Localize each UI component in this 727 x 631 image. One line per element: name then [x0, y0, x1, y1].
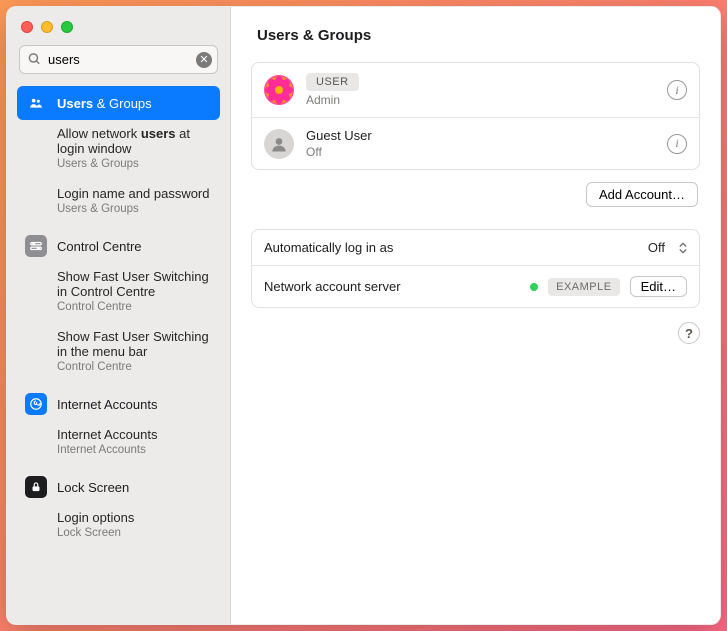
sidebar-group-users: Users & Groups Allow network users at lo… — [17, 86, 220, 227]
window-controls — [17, 15, 220, 45]
add-account-button[interactable]: Add Account… — [586, 182, 698, 207]
sidebar-sub-label: Login options — [57, 510, 214, 525]
user-role: Off — [306, 145, 655, 159]
minimize-window-button[interactable] — [41, 21, 53, 33]
auto-login-value: Off — [648, 240, 665, 255]
sidebar-sub-crumb: Users & Groups — [57, 158, 214, 170]
sidebar-sub-login-options[interactable]: Login options Lock Screen — [57, 506, 220, 541]
sidebar-item-lock-screen[interactable]: Lock Screen — [17, 470, 220, 504]
sidebar-sub-label: Login name and password — [57, 186, 214, 201]
sidebar-item-label: Control Centre — [57, 239, 142, 254]
network-server-tag: EXAMPLE — [548, 278, 619, 296]
sidebar-sub-label: Show Fast User Switching in Control Cent… — [57, 269, 214, 299]
sidebar-sub-allow-network-users[interactable]: Allow network users at login window User… — [57, 122, 220, 172]
sidebar-sub-crumb: Lock Screen — [57, 527, 214, 539]
status-indicator-icon — [530, 283, 538, 291]
sidebar-sub-fast-user-menubar[interactable]: Show Fast User Switching in the menu bar… — [57, 325, 220, 375]
sidebar-item-label: Lock Screen — [57, 480, 129, 495]
user-role: Admin — [306, 93, 655, 107]
user-list: USER Admin i Guest User Off i — [251, 62, 700, 170]
sidebar-sub-lock-screen: Login options Lock Screen — [57, 506, 220, 541]
page-title: Users & Groups — [257, 27, 700, 44]
sidebar-group-control-centre: Control Centre Show Fast User Switching … — [17, 229, 220, 385]
sidebar-sub-control-centre: Show Fast User Switching in Control Cent… — [57, 265, 220, 375]
internet-accounts-icon — [25, 393, 47, 415]
avatar — [264, 129, 294, 159]
sidebar-sub-label: Show Fast User Switching in the menu bar — [57, 329, 214, 359]
main-content: Users & Groups — [231, 7, 720, 624]
auto-login-row[interactable]: Automatically log in as Off — [252, 230, 699, 265]
sidebar-sub-label: Allow network users at login window — [57, 126, 214, 156]
sidebar-sub-crumb: Internet Accounts — [57, 444, 214, 456]
user-name: Guest User — [306, 128, 655, 143]
close-window-button[interactable] — [21, 21, 33, 33]
sidebar-sub-internet-accounts: Internet Accounts Internet Accounts — [57, 423, 220, 458]
control-centre-icon — [25, 235, 47, 257]
user-row-guest[interactable]: Guest User Off i — [252, 117, 699, 169]
sidebar-sub-crumb: Users & Groups — [57, 203, 214, 215]
sidebar-item-label: Internet Accounts — [57, 397, 157, 412]
sidebar-sub-internet-accounts-item[interactable]: Internet Accounts Internet Accounts — [57, 423, 220, 458]
network-server-row: Network account server EXAMPLE Edit… — [252, 265, 699, 307]
search-field: ✕ — [19, 45, 218, 74]
sidebar-group-internet-accounts: Internet Accounts Internet Accounts Inte… — [17, 387, 220, 468]
add-account-row: Add Account… — [251, 182, 698, 207]
sidebar-item-control-centre[interactable]: Control Centre — [17, 229, 220, 263]
sidebar-sub-login-name-password[interactable]: Login name and password Users & Groups — [57, 182, 220, 217]
sidebar-group-lock-screen: Lock Screen Login options Lock Screen — [17, 470, 220, 551]
help-row: ? — [251, 322, 700, 344]
sidebar-sub-label: Internet Accounts — [57, 427, 214, 442]
sidebar-sub-users: Allow network users at login window User… — [57, 122, 220, 217]
zoom-window-button[interactable] — [61, 21, 73, 33]
stepper-icon[interactable] — [679, 242, 687, 254]
login-settings: Automatically log in as Off Network acco… — [251, 229, 700, 308]
user-details: USER Admin — [306, 73, 655, 107]
setting-label: Network account server — [264, 279, 401, 294]
avatar — [264, 75, 294, 105]
info-button[interactable]: i — [667, 134, 687, 154]
preferences-window: ✕ Users & Groups Allow network users at … — [6, 6, 721, 625]
sidebar: ✕ Users & Groups Allow network users at … — [7, 7, 231, 624]
user-details: Guest User Off — [306, 128, 655, 159]
setting-label: Automatically log in as — [264, 240, 393, 255]
lock-screen-icon — [25, 476, 47, 498]
sidebar-item-users-groups[interactable]: Users & Groups — [17, 86, 220, 120]
sidebar-item-label: Users & Groups — [57, 96, 152, 111]
edit-network-server-button[interactable]: Edit… — [630, 276, 687, 297]
clear-search-button[interactable]: ✕ — [196, 52, 212, 68]
sidebar-sub-crumb: Control Centre — [57, 301, 214, 313]
search-icon — [27, 51, 41, 68]
info-button[interactable]: i — [667, 80, 687, 100]
user-name-badge: USER — [306, 73, 359, 91]
sidebar-sub-fast-user-cc[interactable]: Show Fast User Switching in Control Cent… — [57, 265, 220, 315]
users-groups-icon — [25, 92, 47, 114]
search-input[interactable] — [19, 45, 218, 74]
help-button[interactable]: ? — [678, 322, 700, 344]
sidebar-item-internet-accounts[interactable]: Internet Accounts — [17, 387, 220, 421]
sidebar-sub-crumb: Control Centre — [57, 361, 214, 373]
user-row-admin[interactable]: USER Admin i — [252, 63, 699, 117]
